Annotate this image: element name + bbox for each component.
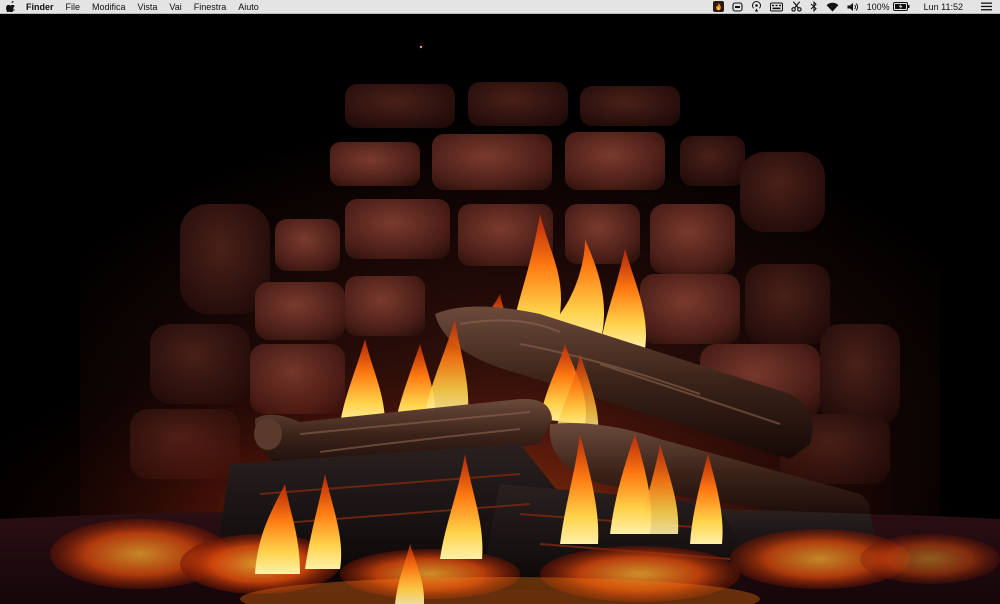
menu-bar-left: Finder File Modifica Vista Vai Finestra … [0, 0, 271, 14]
dropbox-icon[interactable] [732, 0, 743, 14]
battery-icon[interactable] [892, 0, 910, 14]
fireplace-app-icon[interactable] [712, 0, 724, 14]
battery-percent[interactable]: 100% [867, 0, 890, 14]
airplay-icon[interactable] [751, 0, 762, 14]
menu-finder[interactable]: Finder [26, 0, 54, 14]
desktop-wallpaper [0, 14, 1000, 604]
fireplace-image [0, 14, 1000, 604]
volume-icon[interactable] [847, 0, 859, 14]
wifi-icon[interactable] [826, 0, 839, 14]
menu-file[interactable]: File [66, 0, 81, 14]
menu-vai[interactable]: Vai [169, 0, 181, 14]
keyboard-icon[interactable] [769, 0, 783, 14]
bluetooth-icon[interactable] [810, 0, 818, 14]
clock[interactable]: Lun 11:52 [924, 0, 963, 14]
apple-menu-icon[interactable] [6, 1, 16, 13]
menu-finestra[interactable]: Finestra [194, 0, 227, 14]
menu-bar-status-area: 100% Lun 11:52 [705, 0, 1000, 14]
menu-bar: Finder File Modifica Vista Vai Finestra … [0, 0, 1000, 14]
menu-aiuto[interactable]: Aiuto [238, 0, 259, 14]
menu-vista[interactable]: Vista [138, 0, 158, 14]
menu-modifica[interactable]: Modifica [92, 0, 126, 14]
scissors-icon[interactable] [790, 0, 802, 14]
menu-icon[interactable] [981, 0, 992, 14]
